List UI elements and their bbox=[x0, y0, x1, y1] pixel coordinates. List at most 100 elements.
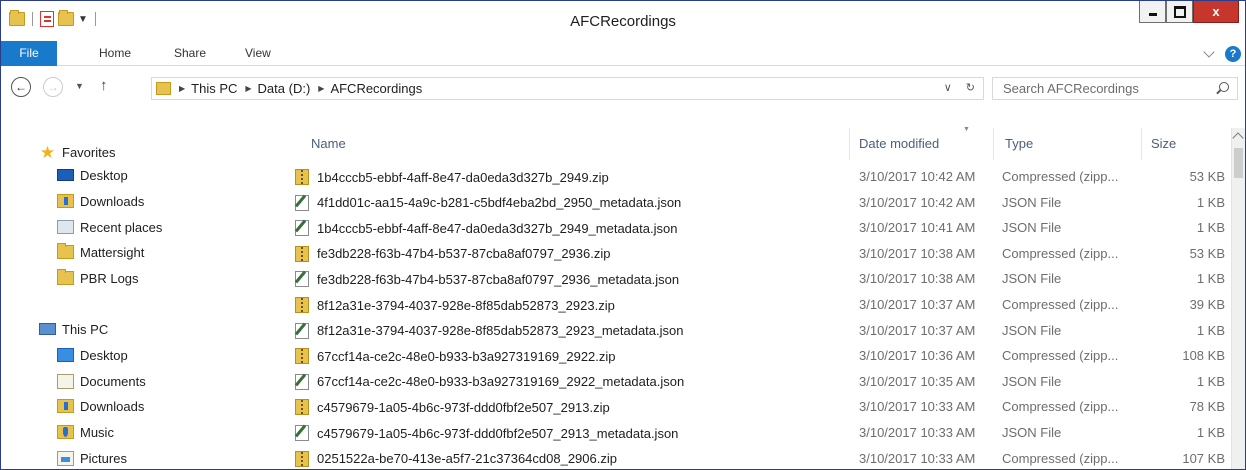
help-icon[interactable]: ? bbox=[1225, 46, 1241, 62]
file-row[interactable]: fe3db228-f63b-47b4-b537-87cba8af0797_293… bbox=[271, 242, 1233, 266]
nav-item-mattersight[interactable]: Mattersight bbox=[57, 242, 144, 262]
file-type: Compressed (zipp... bbox=[1002, 399, 1119, 415]
file-date-modified: 3/10/2017 10:38 AM bbox=[859, 271, 976, 287]
address-tools: ∨ ↻ bbox=[944, 81, 975, 94]
file-date-modified: 3/10/2017 10:36 AM bbox=[859, 348, 976, 364]
nav-item-pictures[interactable]: Pictures bbox=[57, 448, 127, 468]
file-row[interactable]: c4579679-1a05-4b6c-973f-ddd0fbf2e507_291… bbox=[271, 395, 1233, 419]
tab-file[interactable]: File bbox=[1, 41, 57, 66]
file-row[interactable]: c4579679-1a05-4b6c-973f-ddd0fbf2e507_291… bbox=[271, 421, 1233, 445]
file-name-cell: fe3db228-f63b-47b4-b537-87cba8af0797_293… bbox=[295, 271, 680, 288]
sort-indicator-icon: ▼ bbox=[963, 126, 970, 133]
nav-item-pbr-logs[interactable]: PBR Logs bbox=[57, 268, 139, 288]
file-row[interactable]: fe3db228-f63b-47b4-b537-87cba8af0797_293… bbox=[271, 267, 1233, 291]
address-bar[interactable]: ▶ This PC ▶ Data (D:) ▶ AFCRecordings ∨ … bbox=[151, 77, 984, 100]
column-divider[interactable] bbox=[1141, 128, 1142, 160]
computer-icon bbox=[39, 323, 56, 335]
file-date-modified: 3/10/2017 10:37 AM bbox=[859, 297, 976, 312]
nav-item-music[interactable]: Music bbox=[57, 422, 114, 442]
file-row[interactable]: 4f1dd01c-aa15-4a9c-b281-c5bdf4eba2bd_295… bbox=[271, 191, 1233, 215]
refresh-icon[interactable]: ↻ bbox=[966, 81, 975, 94]
column-header-type[interactable]: Type bbox=[1005, 128, 1033, 160]
downloads-icon bbox=[57, 194, 74, 208]
recent-locations-icon[interactable]: ▼ bbox=[75, 81, 84, 91]
vertical-scrollbar[interactable] bbox=[1231, 128, 1245, 469]
scroll-up-icon[interactable] bbox=[1232, 132, 1244, 144]
nav-item-documents[interactable]: Documents bbox=[57, 371, 146, 391]
search-input[interactable]: Search AFCRecordings bbox=[992, 77, 1238, 100]
forward-button[interactable]: → bbox=[43, 77, 63, 97]
nav-label: Downloads bbox=[80, 398, 145, 414]
file-date-modified: 3/10/2017 10:35 AM bbox=[859, 373, 976, 389]
tab-share[interactable]: Share bbox=[174, 41, 206, 66]
file-row[interactable]: 0251522a-be70-413e-a5f7-21c37364cd08_290… bbox=[271, 447, 1233, 469]
json-file-icon bbox=[295, 425, 309, 441]
breadcrumb-afcrecordings[interactable]: AFCRecordings bbox=[330, 81, 422, 96]
nav-item-recent-places[interactable]: Recent places bbox=[57, 217, 162, 237]
file-type: JSON File bbox=[1002, 271, 1062, 287]
column-divider[interactable] bbox=[849, 128, 850, 160]
json-file-icon bbox=[295, 322, 309, 339]
file-row[interactable]: 67ccf14a-ce2c-48e0-b933-b3a927319169_292… bbox=[271, 370, 1233, 394]
tab-view[interactable]: View bbox=[245, 41, 271, 66]
column-divider[interactable] bbox=[993, 128, 994, 160]
file-size: 1 KB bbox=[1196, 373, 1225, 389]
file-row[interactable]: 1b4cccb5-ebbf-4aff-8e47-da0eda3d327b_294… bbox=[271, 216, 1233, 240]
breadcrumb-data-d[interactable]: Data (D:) bbox=[258, 81, 311, 96]
file-type: Compressed (zipp... bbox=[1002, 348, 1119, 364]
tab-home[interactable]: Home bbox=[99, 41, 131, 66]
up-button[interactable]: ↑ bbox=[100, 77, 108, 94]
nav-label: Recent places bbox=[80, 219, 163, 235]
address-dropdown-icon[interactable]: ∨ bbox=[944, 81, 952, 94]
breadcrumb-this-pc[interactable]: This PC bbox=[191, 81, 237, 96]
json-file-icon bbox=[295, 373, 309, 390]
file-date-modified: 3/10/2017 10:42 AM bbox=[859, 194, 976, 210]
scroll-thumb[interactable] bbox=[1234, 148, 1243, 178]
star-icon: ★ bbox=[39, 142, 56, 162]
file-name-cell: c4579679-1a05-4b6c-973f-ddd0fbf2e507_291… bbox=[295, 425, 678, 441]
file-size: 1 KB bbox=[1196, 220, 1225, 236]
maximize-button[interactable] bbox=[1166, 1, 1193, 23]
recent-places-icon bbox=[57, 220, 74, 234]
search-icon[interactable] bbox=[1219, 82, 1229, 92]
file-row[interactable]: 67ccf14a-ce2c-48e0-b933-b3a927319169_292… bbox=[271, 344, 1233, 368]
nav-favorites[interactable]: ★ Favorites bbox=[39, 142, 116, 162]
file-name: fe3db228-f63b-47b4-b537-87cba8af0797_293… bbox=[317, 271, 680, 287]
file-row[interactable]: 1b4cccb5-ebbf-4aff-8e47-da0eda3d327b_294… bbox=[271, 165, 1233, 189]
expand-ribbon-icon[interactable] bbox=[1203, 46, 1215, 58]
nav-item-desktop[interactable]: Desktop bbox=[57, 165, 128, 185]
close-button[interactable]: x bbox=[1193, 1, 1239, 23]
minimize-button[interactable] bbox=[1139, 1, 1166, 23]
back-button[interactable]: ← bbox=[11, 77, 31, 97]
file-name: 1b4cccb5-ebbf-4aff-8e47-da0eda3d327b_294… bbox=[317, 169, 609, 185]
nav-item-pc-downloads[interactable]: Downloads bbox=[57, 396, 144, 416]
file-name: c4579679-1a05-4b6c-973f-ddd0fbf2e507_291… bbox=[317, 425, 679, 441]
file-date-modified: 3/10/2017 10:37 AM bbox=[859, 322, 976, 338]
file-type: Compressed (zipp... bbox=[1002, 169, 1119, 184]
nav-this-pc[interactable]: This PC bbox=[39, 319, 108, 339]
nav-item-downloads[interactable]: Downloads bbox=[57, 191, 144, 211]
file-size: 53 KB bbox=[1189, 245, 1225, 261]
column-header-date-modified[interactable]: Date modified bbox=[859, 128, 939, 160]
file-row[interactable]: 8f12a31e-3794-4037-928e-8f85dab52873_292… bbox=[271, 293, 1233, 317]
column-header-size[interactable]: Size bbox=[1151, 128, 1176, 160]
breadcrumb-arrow-icon[interactable]: ▶ bbox=[318, 84, 324, 93]
nav-item-pc-desktop[interactable]: Desktop bbox=[57, 345, 128, 365]
file-name-cell: c4579679-1a05-4b6c-973f-ddd0fbf2e507_291… bbox=[295, 399, 610, 416]
column-header-name[interactable]: Name bbox=[311, 128, 346, 160]
search-placeholder: Search AFCRecordings bbox=[1003, 81, 1139, 96]
breadcrumb-arrow-icon[interactable]: ▶ bbox=[179, 84, 185, 93]
desktop-icon bbox=[57, 169, 74, 181]
ribbon-right: ? bbox=[1203, 46, 1241, 62]
zip-file-icon bbox=[295, 399, 309, 416]
title-bar: ▼ AFCRecordings x bbox=[1, 1, 1245, 41]
nav-label: Downloads bbox=[80, 193, 145, 209]
file-type: JSON File bbox=[1002, 194, 1062, 210]
breadcrumb-arrow-icon[interactable]: ▶ bbox=[245, 84, 251, 93]
file-type: JSON File bbox=[1002, 220, 1062, 236]
file-date-modified: 3/10/2017 10:33 AM bbox=[859, 425, 976, 440]
folder-icon bbox=[57, 269, 74, 285]
zip-file-icon bbox=[295, 348, 309, 365]
file-row[interactable]: 8f12a31e-3794-4037-928e-8f85dab52873_292… bbox=[271, 319, 1233, 343]
file-size: 107 KB bbox=[1182, 450, 1225, 466]
